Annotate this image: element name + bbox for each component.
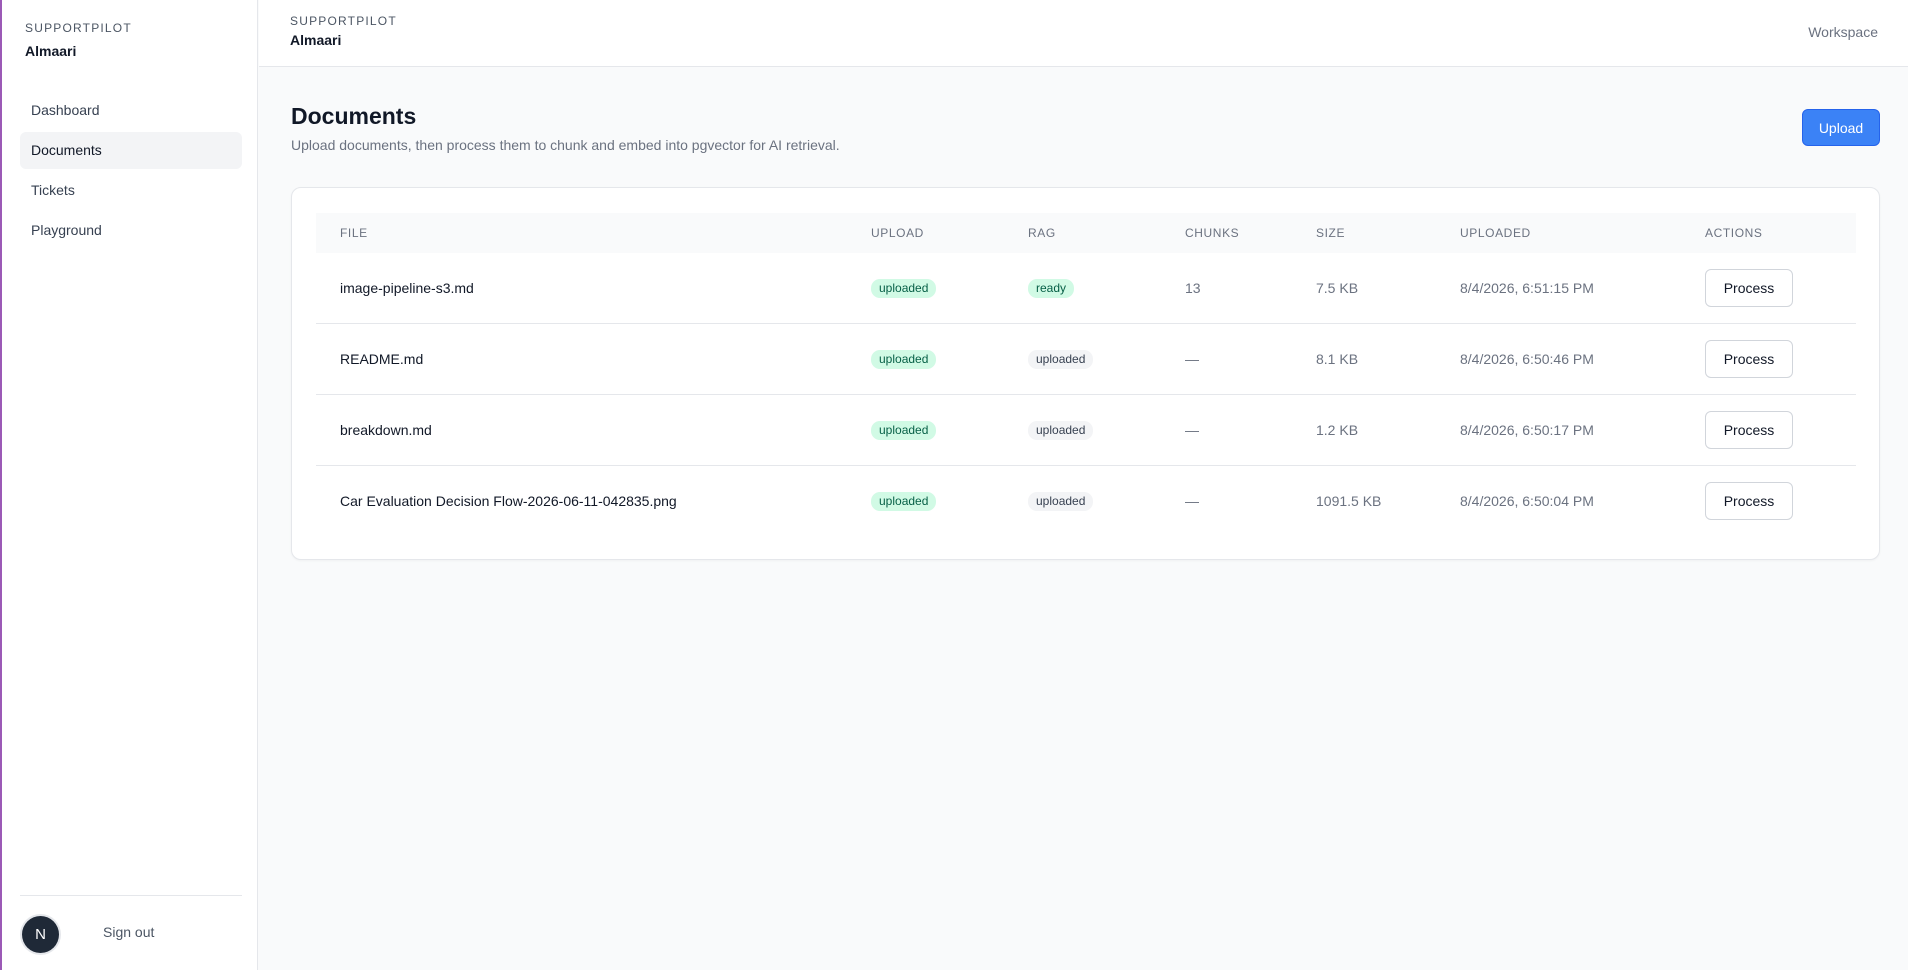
sidebar-footer: N Sign out: [20, 895, 242, 970]
workspace-label[interactable]: Workspace: [1808, 24, 1878, 40]
avatar[interactable]: N: [22, 916, 59, 953]
column-header-file: FILE: [340, 226, 368, 240]
sidebar-item-dashboard[interactable]: Dashboard: [20, 92, 242, 129]
uploaded-timestamp: 8/4/2026, 6:50:04 PM: [1460, 493, 1594, 509]
uploaded-timestamp: 8/4/2026, 6:51:15 PM: [1460, 280, 1594, 296]
uploaded-timestamp: 8/4/2026, 6:50:46 PM: [1460, 351, 1594, 367]
column-header-actions: ACTIONS: [1705, 226, 1763, 240]
topbar: SUPPORTPILOT Almaari Workspace: [259, 0, 1908, 67]
sidebar: SUPPORTPILOT Almaari Dashboard Documents…: [2, 0, 258, 970]
brand: SUPPORTPILOT Almaari: [25, 21, 132, 59]
sidebar-item-documents[interactable]: Documents: [20, 132, 242, 169]
upload-status-badge: uploaded: [871, 421, 937, 440]
file-name: breakdown.md: [340, 422, 432, 438]
column-header-rag: RAG: [1028, 226, 1056, 240]
column-header-size: SIZE: [1316, 226, 1346, 240]
sign-out-link[interactable]: Sign out: [103, 924, 154, 940]
table-row: breakdown.md uploaded uploaded — 1.2 KB …: [316, 395, 1856, 466]
uploaded-timestamp: 8/4/2026, 6:50:17 PM: [1460, 422, 1594, 438]
sidebar-item-tickets[interactable]: Tickets: [20, 172, 242, 209]
upload-status-badge: uploaded: [871, 350, 937, 369]
table-row: README.md uploaded uploaded — 8.1 KB 8/4…: [316, 324, 1856, 395]
sidebar-item-playground[interactable]: Playground: [20, 212, 242, 249]
file-size: 1.2 KB: [1316, 422, 1359, 438]
brand-kicker: SUPPORTPILOT: [25, 21, 132, 35]
table-header: FILE UPLOAD RAG CHUNKS SIZE UPLOADED ACT…: [316, 213, 1856, 253]
rag-status-badge: uploaded: [1028, 350, 1094, 369]
table-row: Car Evaluation Decision Flow-2026-06-11-…: [316, 466, 1856, 537]
rag-status-badge: uploaded: [1028, 421, 1094, 440]
chunks-count: —: [1185, 422, 1199, 438]
upload-status-badge: uploaded: [871, 492, 937, 511]
chunks-count: —: [1185, 493, 1199, 509]
column-header-upload: UPLOAD: [871, 226, 924, 240]
file-size: 8.1 KB: [1316, 351, 1359, 367]
topbar-kicker: SUPPORTPILOT: [290, 14, 397, 28]
upload-button[interactable]: Upload: [1802, 109, 1880, 146]
topbar-org-name: Almaari: [290, 32, 342, 48]
page-title: Documents: [291, 103, 417, 129]
brand-org-name: Almaari: [25, 43, 77, 59]
process-button[interactable]: Process: [1705, 411, 1793, 449]
documents-table-card: FILE UPLOAD RAG CHUNKS SIZE UPLOADED ACT…: [291, 187, 1880, 560]
file-name: Car Evaluation Decision Flow-2026-06-11-…: [340, 493, 677, 509]
file-size: 1091.5 KB: [1316, 493, 1382, 509]
table-row: image-pipeline-s3.md uploaded ready 13 7…: [316, 253, 1856, 324]
upload-status-badge: uploaded: [871, 279, 937, 298]
rag-status-badge: uploaded: [1028, 492, 1094, 511]
rag-status-badge: ready: [1028, 279, 1075, 298]
page-subtitle: Upload documents, then process them to c…: [291, 137, 840, 153]
sidebar-nav: Dashboard Documents Tickets Playground: [20, 92, 242, 252]
process-button[interactable]: Process: [1705, 269, 1793, 307]
process-button[interactable]: Process: [1705, 482, 1793, 520]
file-size: 7.5 KB: [1316, 280, 1359, 296]
file-name: README.md: [340, 351, 424, 367]
process-button[interactable]: Process: [1705, 340, 1793, 378]
file-name: image-pipeline-s3.md: [340, 280, 474, 296]
column-header-uploaded: UPLOADED: [1460, 226, 1531, 240]
chunks-count: —: [1185, 351, 1199, 367]
column-header-chunks: CHUNKS: [1185, 226, 1240, 240]
chunks-count: 13: [1185, 280, 1201, 296]
